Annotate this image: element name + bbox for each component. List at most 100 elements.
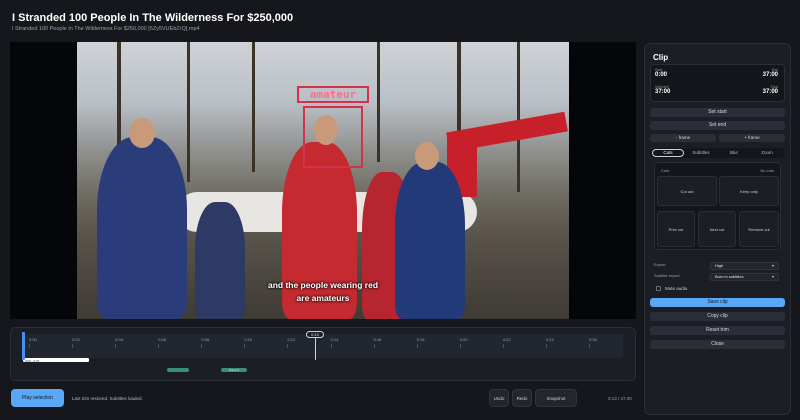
status-message: Last trim restored. Subtitles loaded. (72, 396, 143, 401)
timeline-tick-label: 0:02 (72, 337, 80, 342)
save-clip-button[interactable]: Save clip (650, 298, 785, 307)
copy-clip-button[interactable]: Copy clip (650, 312, 785, 321)
timeline-tick-mark (416, 344, 418, 348)
timeline-tick-mark (459, 344, 461, 348)
timeline-tick-label: 0:10 (244, 337, 253, 342)
tree (517, 42, 520, 192)
mute-audio-label: Mute audio (665, 286, 688, 291)
person-head (415, 142, 439, 170)
tab-blur[interactable]: Blur (718, 149, 750, 157)
stat-start: Start 0:00 (655, 68, 667, 78)
timeline-tick-label: 0:18 (416, 337, 425, 342)
remove-cut-button[interactable]: Remove cut (739, 211, 779, 247)
export-label: Export (654, 262, 666, 267)
timeline-tick-mark (72, 344, 74, 348)
timeline-tick-label: 0:16 (373, 337, 382, 342)
trim-start-handle[interactable] (22, 332, 25, 360)
subtitle-export-select[interactable]: Burn in subtitles ▾ (710, 273, 779, 281)
chevron-down-icon: ▾ (771, 274, 774, 279)
timeline-tick-mark (330, 344, 332, 348)
subtitle-export-row: Subtitle export Burn in subtitles ▾ (654, 273, 781, 281)
cuts-section: Cuts No cuts Cut out Keep only Prev cut … (654, 162, 781, 250)
set-start-button[interactable]: Set start (650, 108, 785, 117)
timeline-tick-mark (115, 344, 117, 348)
video-player[interactable]: amateur and the people wearing red are a… (10, 42, 636, 319)
timeline[interactable]: 0:00 0:02 0:04 0:06 0:08 0:10 0:12 0:14 0:16 0:18… (10, 327, 636, 381)
snapshot-button[interactable]: Snapshot (535, 389, 577, 407)
tree (377, 42, 380, 162)
stat-value: 37:00 (655, 89, 671, 95)
cut-out-button[interactable]: Cut out (657, 176, 717, 206)
subtitle-export-value: Burn in subtitles (715, 274, 744, 279)
timeline-tick-label: 0:04 (115, 337, 123, 342)
cuts-label: Cuts (661, 168, 670, 173)
stat-value: 0:00 (655, 72, 668, 78)
stat-total: Total 37:00 (763, 85, 778, 95)
zoom-clip[interactable]: Zoom 3 (221, 368, 247, 372)
timeline-tick-mark (502, 344, 504, 348)
clip-stats: Start 0:00 End 37:00 Selected 37:00 Tota… (650, 64, 785, 102)
timeline-tick-label: 0:06 (158, 337, 167, 342)
person-blue-left (97, 137, 187, 319)
chevron-down-icon: ▾ (771, 263, 774, 268)
stat-value: 37:00 (762, 89, 778, 95)
video-title: I Stranded 100 People In The Wilderness … (12, 12, 294, 24)
caption-line-1: and the people wearing red (267, 280, 379, 290)
face-detection-box (303, 106, 363, 168)
next-cut-button[interactable]: Next cut (698, 211, 736, 247)
playhead-time: 0:13 (306, 331, 324, 338)
minus-frame-button[interactable]: - frame (650, 134, 716, 142)
export-row: Export High ▾ (654, 262, 781, 270)
stat-value: 37:00 (762, 72, 778, 78)
timeline-tick-label: 0:12 (287, 337, 296, 342)
timeline-tick-mark (244, 344, 246, 348)
clip-panel: Clip Start 0:00 End 37:00 Selected 37:00… (644, 43, 791, 415)
timeline-tick-mark (545, 344, 547, 348)
video-frame: amateur and the people wearing red are a… (77, 42, 569, 319)
amateur-label-box: amateur (297, 86, 369, 103)
stat-end: End 37:00 (763, 68, 778, 78)
stat-selected: Selected 37:00 (655, 85, 670, 95)
set-end-button[interactable]: Set end (650, 121, 785, 130)
play-selection-button[interactable]: Play selection (11, 389, 64, 407)
reset-trim-button[interactable]: Reset trim (650, 326, 785, 335)
undo-button[interactable]: Undo (489, 389, 509, 407)
caption-line-2: are amateurs (296, 293, 350, 303)
export-quality-select[interactable]: High ▾ (710, 262, 779, 270)
clip-editor: I Stranded 100 People In The Wilderness … (0, 0, 800, 420)
export-quality-value: High (715, 263, 724, 268)
no-cuts-label: No cuts (760, 168, 774, 173)
tool-tabs: Cuts Subtitles Blur Zoom (650, 148, 785, 158)
export-settings: Export High ▾ Subtitle export Burn in su… (654, 258, 781, 294)
plus-frame-button[interactable]: + frame (719, 134, 785, 142)
tree (187, 42, 190, 182)
timeline-tick-mark (287, 344, 289, 348)
redo-button[interactable]: Redo (512, 389, 532, 407)
tab-cuts[interactable]: Cuts (652, 149, 684, 157)
timeline-tick-mark (201, 344, 203, 348)
timeline-tick-mark (29, 344, 30, 348)
panel-title: Clip (653, 53, 669, 62)
tab-zoom[interactable]: Zoom (751, 149, 783, 157)
close-button[interactable]: Close (650, 340, 785, 349)
selection-label: 0:00 - 0:37 (25, 359, 40, 363)
prev-cut-button[interactable]: Prev cut (657, 211, 695, 247)
timeline-tick-label: 0:22 (502, 337, 511, 342)
timeline-tick-label: 0:08 (201, 337, 210, 342)
video-filename: I Stranded 100 People In The Wilderness … (12, 26, 200, 32)
timeline-tick-mark (373, 344, 375, 348)
subtitle-export-label: Subtitle export (654, 273, 680, 278)
keep-only-button[interactable]: Keep only (719, 176, 779, 206)
tab-subtitles[interactable]: Subtitles (685, 149, 717, 157)
mute-audio-checkbox[interactable] (656, 286, 661, 291)
timeline-tick-label: 0:20 (459, 337, 468, 342)
person-head (129, 118, 155, 148)
timeline-tick-label: 0:00 (29, 337, 37, 342)
time-counter: 0:13 / 37.00 (608, 396, 632, 401)
subtitle-clip[interactable] (167, 368, 189, 372)
timeline-tick-label: 0:14 (330, 337, 339, 342)
timeline-tick-label: 0:24 (545, 337, 554, 342)
timeline-tick-mark (158, 344, 160, 348)
timeline-ruler[interactable]: 0:00 0:02 0:04 0:06 0:08 0:10 0:12 0:14 0:16 0:18… (23, 334, 623, 363)
tree (252, 42, 255, 172)
